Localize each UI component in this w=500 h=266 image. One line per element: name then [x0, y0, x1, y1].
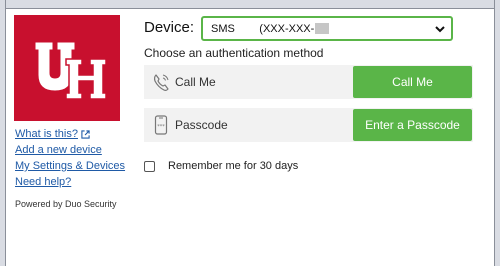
call-me-row: Call Me Call Me	[144, 65, 473, 99]
window-frame-top	[0, 0, 500, 8]
device-select[interactable]: SMS (XXX-XXX-	[201, 16, 453, 41]
need-help-link[interactable]: Need help?	[15, 174, 145, 190]
call-me-button[interactable]: Call Me	[353, 66, 472, 98]
passcode-row: *** Passcode Enter a Passcode	[144, 108, 473, 142]
svg-text:***: ***	[157, 124, 165, 130]
side-links: What is this? Add a new device My Settin…	[15, 126, 145, 190]
remember-me-checkbox[interactable]	[144, 160, 155, 172]
remember-me-label: Remember me for 30 days	[168, 160, 299, 172]
uh-logo-icon	[35, 42, 107, 100]
enter-passcode-button[interactable]: Enter a Passcode	[353, 109, 472, 141]
my-settings-devices-link[interactable]: My Settings & Devices	[15, 158, 145, 174]
mobile-device-icon: ***	[154, 115, 168, 135]
device-select-value: SMS (XXX-XXX-	[211, 22, 330, 35]
remember-me: Remember me for 30 days	[144, 160, 298, 172]
window-frame-divider	[6, 8, 494, 9]
window-frame-right	[494, 0, 500, 266]
choose-method-heading: Choose an authentication method	[144, 46, 324, 60]
what-is-this-link[interactable]: What is this?	[15, 126, 145, 142]
window-frame-left	[0, 0, 6, 266]
university-logo	[14, 15, 120, 121]
phone-icon	[153, 74, 169, 92]
add-new-device-link[interactable]: Add a new device	[15, 142, 145, 158]
external-link-icon	[81, 129, 90, 139]
passcode-label: Passcode	[175, 118, 228, 132]
redacted-block	[315, 23, 330, 35]
device-label: Device:	[144, 19, 195, 36]
chevron-down-icon	[435, 26, 445, 33]
device-number: (XXX-XXX-	[259, 22, 315, 35]
what-is-this-label: What is this?	[15, 128, 78, 140]
powered-by-text: Powered by Duo Security	[15, 199, 117, 209]
device-type: SMS	[211, 22, 235, 35]
call-me-label: Call Me	[175, 75, 216, 89]
